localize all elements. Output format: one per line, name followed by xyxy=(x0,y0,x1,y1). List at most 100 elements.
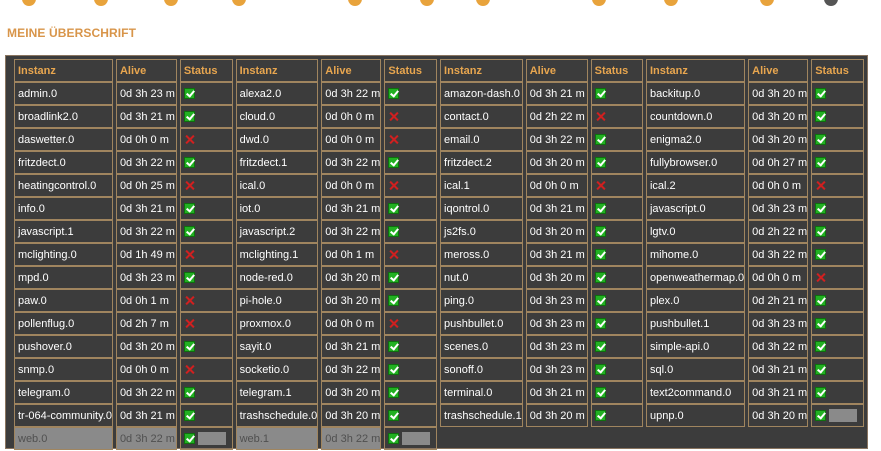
alive-cell: 0d 3h 21 m xyxy=(525,243,588,266)
table-row: pollenflug.0 0d 2h 7 m proxmox.0 0d 0h 0 m p… xyxy=(14,312,864,335)
status-cell xyxy=(384,358,438,381)
table-row: admin.0 0d 3h 23 m alexa2.0 0d 3h 22 m amazo… xyxy=(14,82,864,105)
cross-icon xyxy=(184,134,195,145)
alive-cell: 0d 3h 21 m xyxy=(748,381,809,404)
alive-cell: 0d 3h 22 m xyxy=(321,427,382,450)
alive-cell: 0d 3h 20 m xyxy=(525,151,588,174)
alive-cell: 0d 3h 20 m xyxy=(525,404,588,427)
table-row: javascript.1 0d 3h 22 m javascript.2 0d 3h … xyxy=(14,220,864,243)
alive-cell: 0d 3h 20 m xyxy=(115,335,177,358)
instance-name-cell: sql.0 xyxy=(645,358,746,381)
table-row: pushover.0 0d 3h 20 m sayit.0 0d 3h 21 m sce… xyxy=(14,335,864,358)
status-cell xyxy=(590,312,643,335)
cross-icon xyxy=(388,111,399,122)
alive-cell: 0d 3h 22 m xyxy=(321,82,382,105)
instance-name-cell: ical.2 xyxy=(645,174,746,197)
instance-name-cell: plex.0 xyxy=(645,289,746,312)
status-cell xyxy=(179,335,233,358)
status-cell xyxy=(384,381,438,404)
alive-cell: 0d 0h 1 m xyxy=(321,243,382,266)
alive-cell: 0d 3h 21 m xyxy=(321,335,382,358)
alive-cell: 0d 3h 20 m xyxy=(748,128,809,151)
status-cell xyxy=(811,243,864,266)
instance-name-cell: dwd.0 xyxy=(235,128,319,151)
table-row: mclighting.0 0d 1h 49 m mclighting.1 0d 0h … xyxy=(14,243,864,266)
table-row: web.0 0d 3h 22 m web.1 0d 3h 22 m xyxy=(14,427,864,450)
status-cell xyxy=(590,289,643,312)
cross-icon xyxy=(595,111,606,122)
status-cell xyxy=(179,289,233,312)
alive-cell: 0d 3h 21 m xyxy=(115,197,177,220)
instance-name-cell: proxmox.0 xyxy=(235,312,319,335)
checkmark-icon xyxy=(388,88,400,100)
status-cell xyxy=(179,312,233,335)
status-cell xyxy=(384,105,438,128)
instance-name-cell: mclighting.0 xyxy=(14,243,113,266)
status-cell xyxy=(384,243,438,266)
instance-name-cell: mpd.0 xyxy=(14,266,113,289)
status-cell xyxy=(590,128,643,151)
checkmark-icon xyxy=(594,318,606,330)
checkmark-icon xyxy=(594,364,606,376)
instance-name-cell: alexa2.0 xyxy=(235,82,319,105)
instance-name-cell: trashschedule.1 xyxy=(440,404,523,427)
status-cell xyxy=(811,289,864,312)
alive-cell: 0d 0h 0 m xyxy=(748,266,809,289)
checkmark-icon xyxy=(815,134,827,146)
column-header-instance: Instanz xyxy=(440,59,523,82)
alive-cell: 0d 3h 21 m xyxy=(115,404,177,427)
status-cell xyxy=(179,404,233,427)
alive-cell: 0d 3h 22 m xyxy=(525,128,588,151)
instance-name-cell: javascript.1 xyxy=(14,220,113,243)
instance-name-cell: tr-064-community.0 xyxy=(14,404,113,427)
top-decoration-strip xyxy=(0,0,881,8)
instance-name-cell: mclighting.1 xyxy=(235,243,319,266)
alive-cell: 0d 3h 22 m xyxy=(748,335,809,358)
instance-name-cell: pushbullet.1 xyxy=(645,312,746,335)
alive-cell: 0d 2h 22 m xyxy=(525,105,588,128)
status-cell xyxy=(811,174,864,197)
instance-name-cell: node-red.0 xyxy=(235,266,319,289)
checkmark-icon xyxy=(815,157,827,169)
alive-cell: 0d 0h 0 m xyxy=(321,128,382,151)
alive-cell: 0d 3h 23 m xyxy=(525,289,588,312)
alive-cell: 0d 0h 0 m xyxy=(525,174,588,197)
instance-name-cell: telegram.0 xyxy=(14,381,113,404)
column-header-alive: Alive xyxy=(525,59,588,82)
alive-cell: 0d 3h 23 m xyxy=(525,358,588,381)
instance-name-cell: javascript.0 xyxy=(645,197,746,220)
alive-cell: 0d 0h 0 m xyxy=(321,174,382,197)
alive-cell: 0d 2h 22 m xyxy=(748,220,809,243)
instance-name-cell: fritzdect.1 xyxy=(235,151,319,174)
alive-cell: 0d 3h 23 m xyxy=(748,197,809,220)
instance-name-cell: cloud.0 xyxy=(235,105,319,128)
status-cell xyxy=(590,404,643,427)
checkmark-icon xyxy=(183,226,195,238)
status-cell xyxy=(384,151,438,174)
alive-cell: 0d 3h 23 m xyxy=(115,266,177,289)
table-row: snmp.0 0d 0h 0 m socketio.0 0d 3h 22 m sonof… xyxy=(14,358,864,381)
checkmark-icon xyxy=(388,387,400,399)
status-cell xyxy=(384,220,438,243)
alive-cell: 0d 3h 22 m xyxy=(115,151,177,174)
column-header-instance: Instanz xyxy=(14,59,113,82)
alive-cell: 0d 3h 21 m xyxy=(525,381,588,404)
status-cell xyxy=(179,151,233,174)
status-cell xyxy=(811,266,864,289)
alive-cell: 0d 3h 21 m xyxy=(321,197,382,220)
status-cell xyxy=(179,105,233,128)
status-bar xyxy=(402,432,431,445)
header-row: Instanz Alive Status Instanz Alive Statu… xyxy=(14,59,864,82)
instance-name-cell: upnp.0 xyxy=(645,404,746,427)
checkmark-icon xyxy=(183,272,195,284)
checkmark-icon xyxy=(815,295,827,307)
checkmark-icon xyxy=(388,364,400,376)
checkmark-icon xyxy=(594,88,606,100)
status-cell xyxy=(811,404,864,427)
checkmark-icon xyxy=(594,341,606,353)
instance-name-cell: openweathermap.0 xyxy=(645,266,746,289)
status-cell xyxy=(811,220,864,243)
alive-cell: 0d 0h 25 m xyxy=(115,174,177,197)
checkmark-icon xyxy=(183,203,195,215)
status-cell xyxy=(384,289,438,312)
